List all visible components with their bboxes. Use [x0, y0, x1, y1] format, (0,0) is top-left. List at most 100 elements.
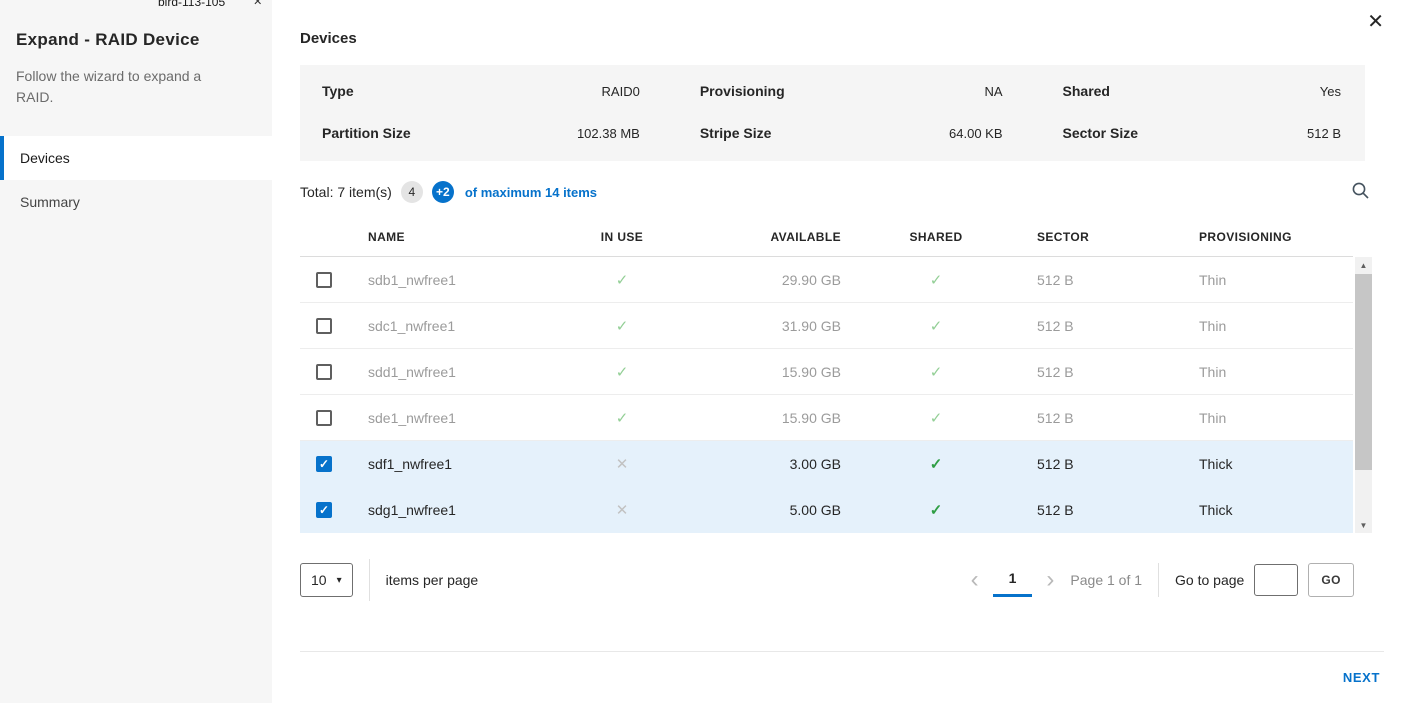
wizard-subtitle: Follow the wizard to expand a RAID.	[0, 50, 225, 108]
check-icon: ✓	[616, 409, 629, 427]
sector-size: 512 B	[1011, 441, 1161, 486]
check-icon: ✓	[930, 501, 943, 519]
step-summary-label: Summary	[20, 194, 80, 210]
provisioning-value: Thick	[1161, 487, 1353, 532]
go-button[interactable]: GO	[1308, 563, 1354, 597]
check-icon: ✓	[616, 317, 629, 335]
page-info-text: Page 1 of 1	[1070, 572, 1142, 588]
scroll-down-icon[interactable]: ▼	[1355, 517, 1372, 533]
check-icon: ✓	[930, 409, 943, 427]
summary-field-partition-size: Partition Size 102.38 MB	[322, 125, 640, 141]
summary-field-sector-size: Sector Size 512 B	[1063, 125, 1341, 141]
table-row[interactable]: sdb1_nwfree1✓29.90 GB✓512 BThin	[300, 257, 1353, 303]
row-checkbox[interactable]: ✓	[316, 456, 332, 472]
provisioning-value: Thin	[1161, 303, 1353, 348]
page-size-select[interactable]: 10 ▾	[300, 563, 353, 597]
available-size: 31.90 GB	[681, 303, 861, 348]
provisioning-value: Thin	[1161, 349, 1353, 394]
header-checkbox-spacer	[300, 217, 348, 256]
summary-field-type: Type RAID0	[322, 83, 640, 99]
field-label: Type	[322, 83, 354, 99]
sector-size: 512 B	[1011, 395, 1161, 440]
added-count-badge: +2	[432, 181, 454, 203]
raid-summary-panel: Type RAID0 Provisioning NA Shared Yes Pa…	[300, 65, 1365, 161]
provisioning-value: Thick	[1161, 441, 1353, 486]
table-row[interactable]: ✓sdf1_nwfree1✕3.00 GB✓512 BThick	[300, 441, 1353, 487]
field-label: Partition Size	[322, 125, 411, 141]
row-checkbox[interactable]: ✓	[316, 502, 332, 518]
wizard-sidebar: Expand - RAID Device Follow the wizard t…	[0, 0, 272, 703]
summary-field-provisioning: Provisioning NA	[700, 83, 1003, 99]
check-icon: ✓	[616, 271, 629, 289]
column-header-sector: SECTOR	[1011, 217, 1161, 256]
summary-field-stripe-size: Stripe Size 64.00 KB	[700, 125, 1003, 141]
sector-size: 512 B	[1011, 349, 1161, 394]
device-name: sde1_nwfree1	[348, 395, 563, 440]
next-button[interactable]: NEXT	[1339, 666, 1384, 689]
row-checkbox[interactable]	[316, 272, 332, 288]
available-size: 15.90 GB	[681, 349, 861, 394]
go-to-page-label: Go to page	[1175, 572, 1244, 588]
column-header-available: AVAILABLE	[681, 217, 861, 256]
device-name: sdg1_nwfree1	[348, 487, 563, 532]
field-value: NA	[984, 84, 1002, 99]
device-name: sdb1_nwfree1	[348, 257, 563, 302]
table-body: sdb1_nwfree1✓29.90 GB✓512 BThinsdc1_nwfr…	[300, 257, 1353, 533]
page-size-value: 10	[311, 572, 327, 588]
column-header-name: NAME	[348, 217, 563, 256]
provisioning-value: Thin	[1161, 395, 1353, 440]
items-per-page-label: items per page	[386, 572, 479, 588]
background-tab-close-icon[interactable]: ✕	[253, 0, 262, 8]
current-page-number[interactable]: 1	[993, 564, 1033, 597]
available-size: 3.00 GB	[681, 441, 861, 486]
go-to-page-input[interactable]	[1254, 564, 1298, 596]
column-header-shared: SHARED	[861, 217, 1011, 256]
column-header-provisioning: PROVISIONING	[1161, 217, 1353, 256]
background-tab-label: bird-113-105	[158, 0, 225, 9]
max-items-text: of maximum 14 items	[465, 185, 597, 200]
step-summary[interactable]: Summary	[0, 180, 272, 224]
search-icon[interactable]	[1349, 179, 1372, 205]
column-header-in-use: IN USE	[563, 217, 681, 256]
chevron-down-icon: ▾	[337, 575, 342, 586]
wizard-main-panel: ✕ Devices Type RAID0 Provisioning NA Sha…	[272, 0, 1412, 703]
wizard-steps: Devices Summary	[0, 136, 272, 224]
summary-field-shared: Shared Yes	[1063, 83, 1341, 99]
table-row[interactable]: sdc1_nwfree1✓31.90 GB✓512 BThin	[300, 303, 1353, 349]
table-header-row: NAME IN USE AVAILABLE SHARED SECTOR PROV…	[300, 217, 1353, 257]
field-label: Sector Size	[1063, 125, 1138, 141]
scroll-up-icon[interactable]: ▲	[1355, 257, 1372, 273]
check-icon: ✓	[930, 271, 943, 289]
next-page-icon[interactable]: ›	[1040, 568, 1060, 592]
field-label: Provisioning	[700, 83, 785, 99]
previous-page-icon[interactable]: ‹	[965, 568, 985, 592]
sector-size: 512 B	[1011, 487, 1161, 532]
vertical-scrollbar[interactable]: ▲ ▼	[1355, 257, 1372, 533]
table-row[interactable]: sdd1_nwfree1✓15.90 GB✓512 BThin	[300, 349, 1353, 395]
field-value: Yes	[1320, 84, 1341, 99]
field-label: Stripe Size	[700, 125, 772, 141]
field-value: 64.00 KB	[949, 126, 1003, 141]
field-label: Shared	[1063, 83, 1110, 99]
sector-size: 512 B	[1011, 257, 1161, 302]
background-browser-tab[interactable]: bird-113-105 ✕	[158, 0, 262, 9]
row-checkbox[interactable]	[316, 364, 332, 380]
row-checkbox[interactable]	[316, 318, 332, 334]
field-value: 512 B	[1307, 126, 1341, 141]
total-items-text: Total: 7 item(s)	[300, 184, 392, 200]
step-devices[interactable]: Devices	[0, 136, 272, 180]
pagination-controls: ‹ 1 › Page 1 of 1 Go to page GO	[965, 563, 1354, 597]
field-value: RAID0	[602, 84, 640, 99]
check-icon: ✓	[930, 317, 943, 335]
device-name: sdd1_nwfree1	[348, 349, 563, 394]
available-size: 5.00 GB	[681, 487, 861, 532]
scrollbar-thumb[interactable]	[1355, 274, 1372, 470]
row-checkbox[interactable]	[316, 410, 332, 426]
table-row[interactable]: sde1_nwfree1✓15.90 GB✓512 BThin	[300, 395, 1353, 441]
table-row[interactable]: ✓sdg1_nwfree1✕5.00 GB✓512 BThick	[300, 487, 1353, 533]
close-icon[interactable]: ✕	[1367, 12, 1384, 32]
divider	[369, 559, 370, 601]
available-size: 29.90 GB	[681, 257, 861, 302]
check-icon: ✓	[930, 363, 943, 381]
devices-table: NAME IN USE AVAILABLE SHARED SECTOR PROV…	[300, 217, 1372, 533]
